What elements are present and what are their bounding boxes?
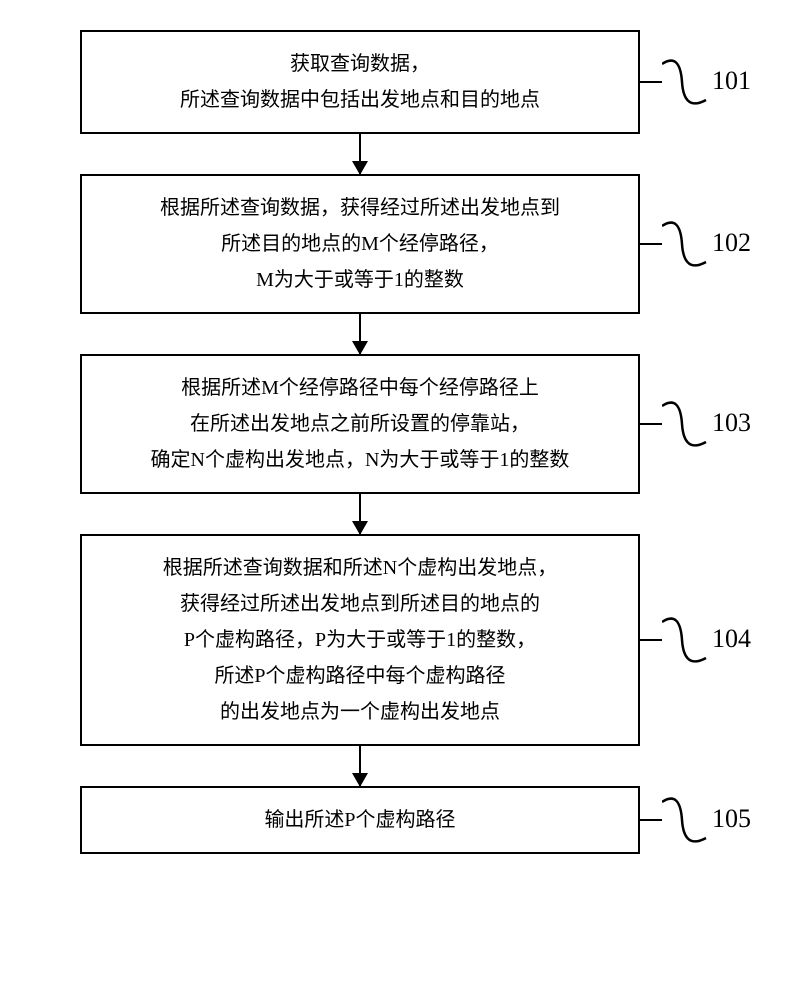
arrow-down-icon (359, 314, 361, 354)
flowchart: 获取查询数据， 所述查询数据中包括出发地点和目的地点 根据所述查询数据，获得经过… (80, 30, 640, 854)
arrow-down-icon (359, 494, 361, 534)
connector-line (640, 423, 662, 425)
step-label: 105 (712, 804, 751, 834)
connector-line (640, 81, 662, 83)
step-text: 根据所述M个经停路径中每个经停路径上 (102, 370, 618, 406)
curve-icon (662, 214, 708, 274)
step-text: M为大于或等于1的整数 (102, 262, 618, 298)
curve-icon (662, 610, 708, 670)
curve-icon (662, 790, 708, 850)
connector-line (640, 243, 662, 245)
step-text: 所述查询数据中包括出发地点和目的地点 (102, 82, 618, 118)
step-label: 104 (712, 624, 751, 654)
step-text: 根据所述查询数据和所述N个虚构出发地点， (102, 550, 618, 586)
step-box-101: 获取查询数据， 所述查询数据中包括出发地点和目的地点 (80, 30, 640, 134)
step-box-102: 根据所述查询数据，获得经过所述出发地点到 所述目的地点的M个经停路径， M为大于… (80, 174, 640, 314)
step-text: 所述P个虚构路径中每个虚构路径 (102, 658, 618, 694)
arrow-down-icon (359, 746, 361, 786)
arrow-down-icon (359, 134, 361, 174)
step-text: 输出所述P个虚构路径 (102, 802, 618, 838)
step-label: 101 (712, 66, 751, 96)
step-text: 根据所述查询数据，获得经过所述出发地点到 (102, 190, 618, 226)
step-box-104: 根据所述查询数据和所述N个虚构出发地点， 获得经过所述出发地点到所述目的地点的 … (80, 534, 640, 746)
step-text: 确定N个虚构出发地点，N为大于或等于1的整数 (102, 442, 618, 478)
step-text: P个虚构路径，P为大于或等于1的整数， (102, 622, 618, 658)
step-text: 获取查询数据， (102, 46, 618, 82)
step-text: 的出发地点为一个虚构出发地点 (102, 694, 618, 730)
connector-line (640, 819, 662, 821)
curve-icon (662, 52, 708, 112)
step-text: 所述目的地点的M个经停路径， (102, 226, 618, 262)
step-text: 在所述出发地点之前所设置的停靠站， (102, 406, 618, 442)
step-box-103: 根据所述M个经停路径中每个经停路径上 在所述出发地点之前所设置的停靠站， 确定N… (80, 354, 640, 494)
step-label: 102 (712, 228, 751, 258)
step-text: 获得经过所述出发地点到所述目的地点的 (102, 586, 618, 622)
step-label: 103 (712, 408, 751, 438)
step-box-105: 输出所述P个虚构路径 (80, 786, 640, 854)
curve-icon (662, 394, 708, 454)
connector-line (640, 639, 662, 641)
